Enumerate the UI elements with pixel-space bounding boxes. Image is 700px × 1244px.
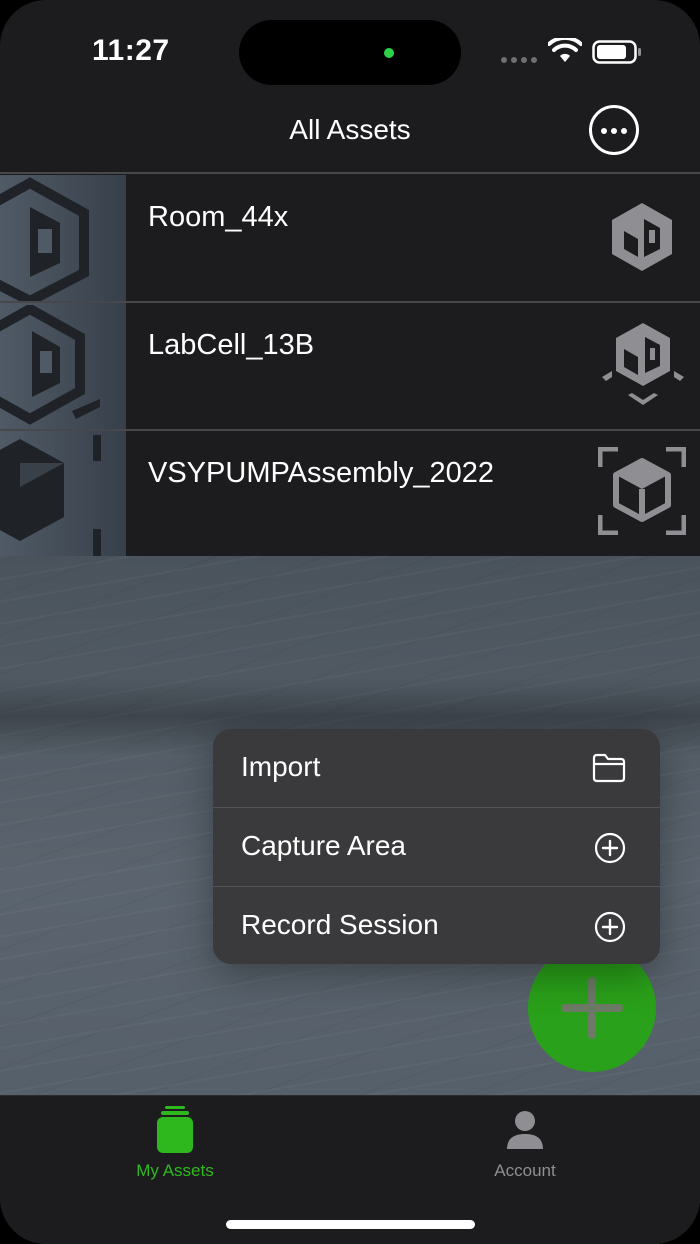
menu-item-label: Capture Area — [241, 830, 406, 861]
status-time: 11:27 — [92, 34, 170, 67]
tab-my-assets[interactable]: My Assets — [75, 1096, 275, 1196]
asset-thumbnail — [0, 175, 126, 301]
area-capture-thumbnail-icon — [0, 305, 100, 425]
ellipsis-circle-icon — [601, 128, 607, 134]
add-action-menu: Import Capture Area Record Session — [213, 729, 660, 964]
menu-item-label: Record Session — [241, 909, 439, 940]
object-capture-icon — [598, 447, 686, 535]
asset-thumbnail — [0, 431, 126, 557]
asset-name: Room_44x — [148, 201, 289, 233]
camera-indicator-dot — [384, 48, 394, 58]
menu-item-capture-area[interactable]: Capture Area — [213, 808, 660, 887]
wifi-icon — [548, 38, 582, 62]
folder-icon — [592, 753, 626, 783]
status-bar: 11:27 — [0, 0, 700, 100]
battery-icon — [592, 40, 641, 64]
menu-item-record-session[interactable]: Record Session — [213, 887, 660, 964]
asset-name: VSYPUMPAssembly_2022 — [148, 457, 495, 489]
plus-circle-icon — [594, 832, 626, 864]
tab-label: Account — [494, 1161, 556, 1180]
plus-circle-icon — [594, 911, 626, 943]
asset-row[interactable]: Room_44x — [0, 175, 700, 303]
navigation-bar: All Assets — [0, 100, 700, 174]
app-screen: 11:27 All Assets Room_44x LabCell_13B VS… — [0, 0, 700, 1244]
cellular-signal-icon — [501, 57, 537, 63]
stack-icon — [157, 1106, 193, 1153]
asset-thumbnail — [0, 303, 126, 429]
room-scan-icon — [612, 203, 672, 271]
area-capture-icon — [602, 323, 684, 405]
room-scan-thumbnail-icon — [0, 177, 89, 301]
object-capture-thumbnail-icon — [0, 435, 101, 557]
asset-name: LabCell_13B — [148, 329, 315, 361]
home-indicator[interactable] — [226, 1220, 475, 1229]
dynamic-island — [239, 20, 461, 85]
person-icon — [507, 1111, 543, 1149]
asset-list: Room_44x LabCell_13B VSYPUMPAssembly_202… — [0, 175, 700, 557]
tab-account[interactable]: Account — [425, 1096, 625, 1196]
menu-item-label: Import — [241, 751, 321, 782]
asset-row[interactable]: VSYPUMPAssembly_2022 — [0, 431, 700, 557]
menu-item-import[interactable]: Import — [213, 729, 660, 808]
more-options-button[interactable] — [589, 105, 639, 155]
asset-row[interactable]: LabCell_13B — [0, 303, 700, 431]
tab-label: My Assets — [136, 1161, 214, 1180]
